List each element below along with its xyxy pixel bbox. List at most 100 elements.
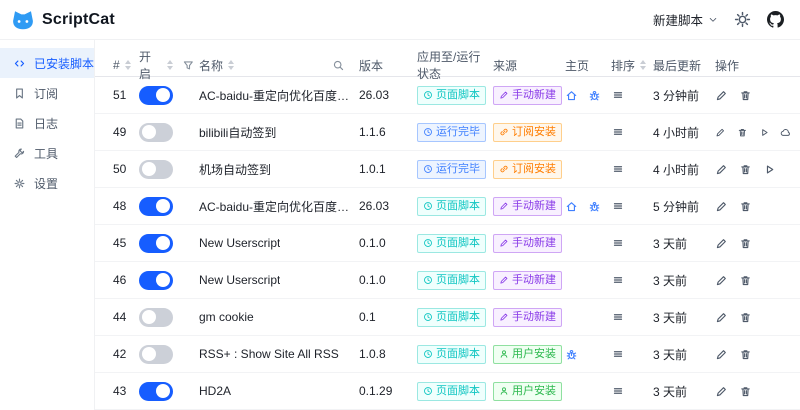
- sort-carets[interactable]: [640, 60, 647, 70]
- script-name-link[interactable]: bilibili自动签到: [199, 124, 276, 141]
- enable-toggle[interactable]: [139, 381, 173, 401]
- sidebar-item-subscriptions[interactable]: 订阅: [0, 78, 94, 108]
- edit-icon[interactable]: [715, 237, 728, 250]
- source-badge[interactable]: 手动新建: [493, 307, 562, 327]
- drag-handle-icon[interactable]: [611, 162, 625, 176]
- last-updated[interactable]: 3 天前: [653, 309, 715, 326]
- enable-toggle[interactable]: [139, 122, 173, 142]
- last-updated[interactable]: 3 天前: [653, 272, 715, 289]
- drag-handle-icon[interactable]: [611, 273, 625, 287]
- bug-icon[interactable]: [588, 89, 601, 102]
- play-icon[interactable]: [759, 126, 770, 139]
- bug-icon[interactable]: [565, 348, 578, 361]
- script-name-link[interactable]: RSS+ : Show Site All RSS: [199, 347, 339, 361]
- trash-icon[interactable]: [737, 126, 748, 139]
- script-name-link[interactable]: gm cookie: [199, 310, 254, 324]
- status-badge[interactable]: 页面脚本: [417, 85, 486, 105]
- trash-icon[interactable]: [739, 89, 752, 102]
- last-updated[interactable]: 4 小时前: [653, 161, 715, 178]
- bug-icon[interactable]: [588, 200, 601, 213]
- status-badge[interactable]: 运行完毕: [417, 122, 486, 142]
- enable-toggle[interactable]: [139, 233, 173, 253]
- drag-handle-icon[interactable]: [611, 310, 625, 324]
- script-name-link[interactable]: 机场自动签到: [199, 161, 271, 178]
- cloud-icon[interactable]: [780, 126, 791, 139]
- trash-icon[interactable]: [739, 163, 752, 176]
- source-badge[interactable]: 手动新建: [493, 196, 562, 216]
- last-updated[interactable]: 3 天前: [653, 235, 715, 252]
- source-badge[interactable]: 用户安装: [493, 344, 562, 364]
- github-link[interactable]: [767, 11, 784, 28]
- sort-carets[interactable]: [167, 60, 174, 70]
- drag-handle-icon[interactable]: [611, 125, 625, 139]
- enable-toggle[interactable]: [139, 159, 173, 179]
- enable-toggle[interactable]: [139, 344, 173, 364]
- trash-icon[interactable]: [739, 200, 752, 213]
- col-header-enabled[interactable]: 开启: [139, 48, 199, 82]
- edit-icon[interactable]: [715, 348, 728, 361]
- drag-handle-icon[interactable]: [611, 236, 625, 250]
- sort-carets[interactable]: [124, 60, 131, 70]
- edit-icon[interactable]: [715, 311, 728, 324]
- enable-toggle[interactable]: [139, 85, 173, 105]
- theme-toggle-button[interactable]: [734, 11, 751, 28]
- source-badge[interactable]: 订阅安装: [493, 122, 562, 142]
- home-icon[interactable]: [565, 200, 578, 213]
- drag-handle-icon[interactable]: [611, 199, 625, 213]
- col-header-sort[interactable]: 排序: [611, 57, 653, 74]
- drag-handle-icon[interactable]: [611, 347, 625, 361]
- edit-icon[interactable]: [715, 163, 728, 176]
- source-badge[interactable]: 手动新建: [493, 270, 562, 290]
- enable-toggle[interactable]: [139, 196, 173, 216]
- last-updated[interactable]: 3 天前: [653, 346, 715, 363]
- status-badge[interactable]: 页面脚本: [417, 381, 486, 401]
- status-badge[interactable]: 页面脚本: [417, 344, 486, 364]
- filter-icon[interactable]: [182, 59, 195, 72]
- status-badge[interactable]: 页面脚本: [417, 307, 486, 327]
- script-name-link[interactable]: New Userscript: [199, 273, 280, 287]
- play-icon[interactable]: [763, 163, 776, 176]
- drag-handle-icon[interactable]: [611, 384, 625, 398]
- status-badge[interactable]: 页面脚本: [417, 270, 486, 290]
- last-updated[interactable]: 3 天前: [653, 383, 715, 400]
- new-script-dropdown[interactable]: 新建脚本: [653, 10, 718, 29]
- trash-icon[interactable]: [739, 311, 752, 324]
- edit-icon[interactable]: [715, 200, 728, 213]
- trash-icon[interactable]: [739, 237, 752, 250]
- source-badge[interactable]: 手动新建: [493, 85, 562, 105]
- last-updated[interactable]: 3 分钟前: [653, 87, 715, 104]
- last-updated[interactable]: 4 小时前: [653, 124, 715, 141]
- script-id: 51: [113, 88, 127, 102]
- drag-handle-icon[interactable]: [611, 88, 625, 102]
- source-badge[interactable]: 手动新建: [493, 233, 562, 253]
- home-icon[interactable]: [565, 89, 578, 102]
- edit-icon[interactable]: [715, 126, 726, 139]
- trash-icon[interactable]: [739, 274, 752, 287]
- sidebar-item-logs[interactable]: 日志: [0, 108, 94, 138]
- sort-carets[interactable]: [228, 60, 235, 70]
- user-icon: [499, 349, 509, 359]
- source-badge[interactable]: 用户安装: [493, 381, 562, 401]
- edit-icon[interactable]: [715, 274, 728, 287]
- status-badge[interactable]: 运行完毕: [417, 159, 486, 179]
- enable-toggle[interactable]: [139, 307, 173, 327]
- script-name-link[interactable]: AC-baidu-重定向优化百度搜狗谷歌...: [199, 87, 355, 104]
- script-name-link[interactable]: New Userscript: [199, 236, 280, 250]
- source-badge[interactable]: 订阅安装: [493, 159, 562, 179]
- status-badge[interactable]: 页面脚本: [417, 233, 486, 253]
- script-name-link[interactable]: HD2A: [199, 384, 231, 398]
- sidebar-item-settings[interactable]: 设置: [0, 168, 94, 198]
- script-name-link[interactable]: AC-baidu-重定向优化百度搜狗谷歌...: [199, 198, 355, 215]
- status-badge[interactable]: 页面脚本: [417, 196, 486, 216]
- trash-icon[interactable]: [739, 348, 752, 361]
- sidebar-item-installed-scripts[interactable]: 已安装脚本: [0, 48, 94, 78]
- enable-toggle[interactable]: [139, 270, 173, 290]
- trash-icon[interactable]: [739, 385, 752, 398]
- edit-icon[interactable]: [715, 385, 728, 398]
- col-header-id[interactable]: #: [95, 58, 139, 72]
- last-updated[interactable]: 5 分钟前: [653, 198, 715, 215]
- col-header-name[interactable]: 名称: [199, 57, 359, 74]
- sidebar-item-tools[interactable]: 工具: [0, 138, 94, 168]
- search-icon[interactable]: [332, 59, 345, 72]
- edit-icon[interactable]: [715, 89, 728, 102]
